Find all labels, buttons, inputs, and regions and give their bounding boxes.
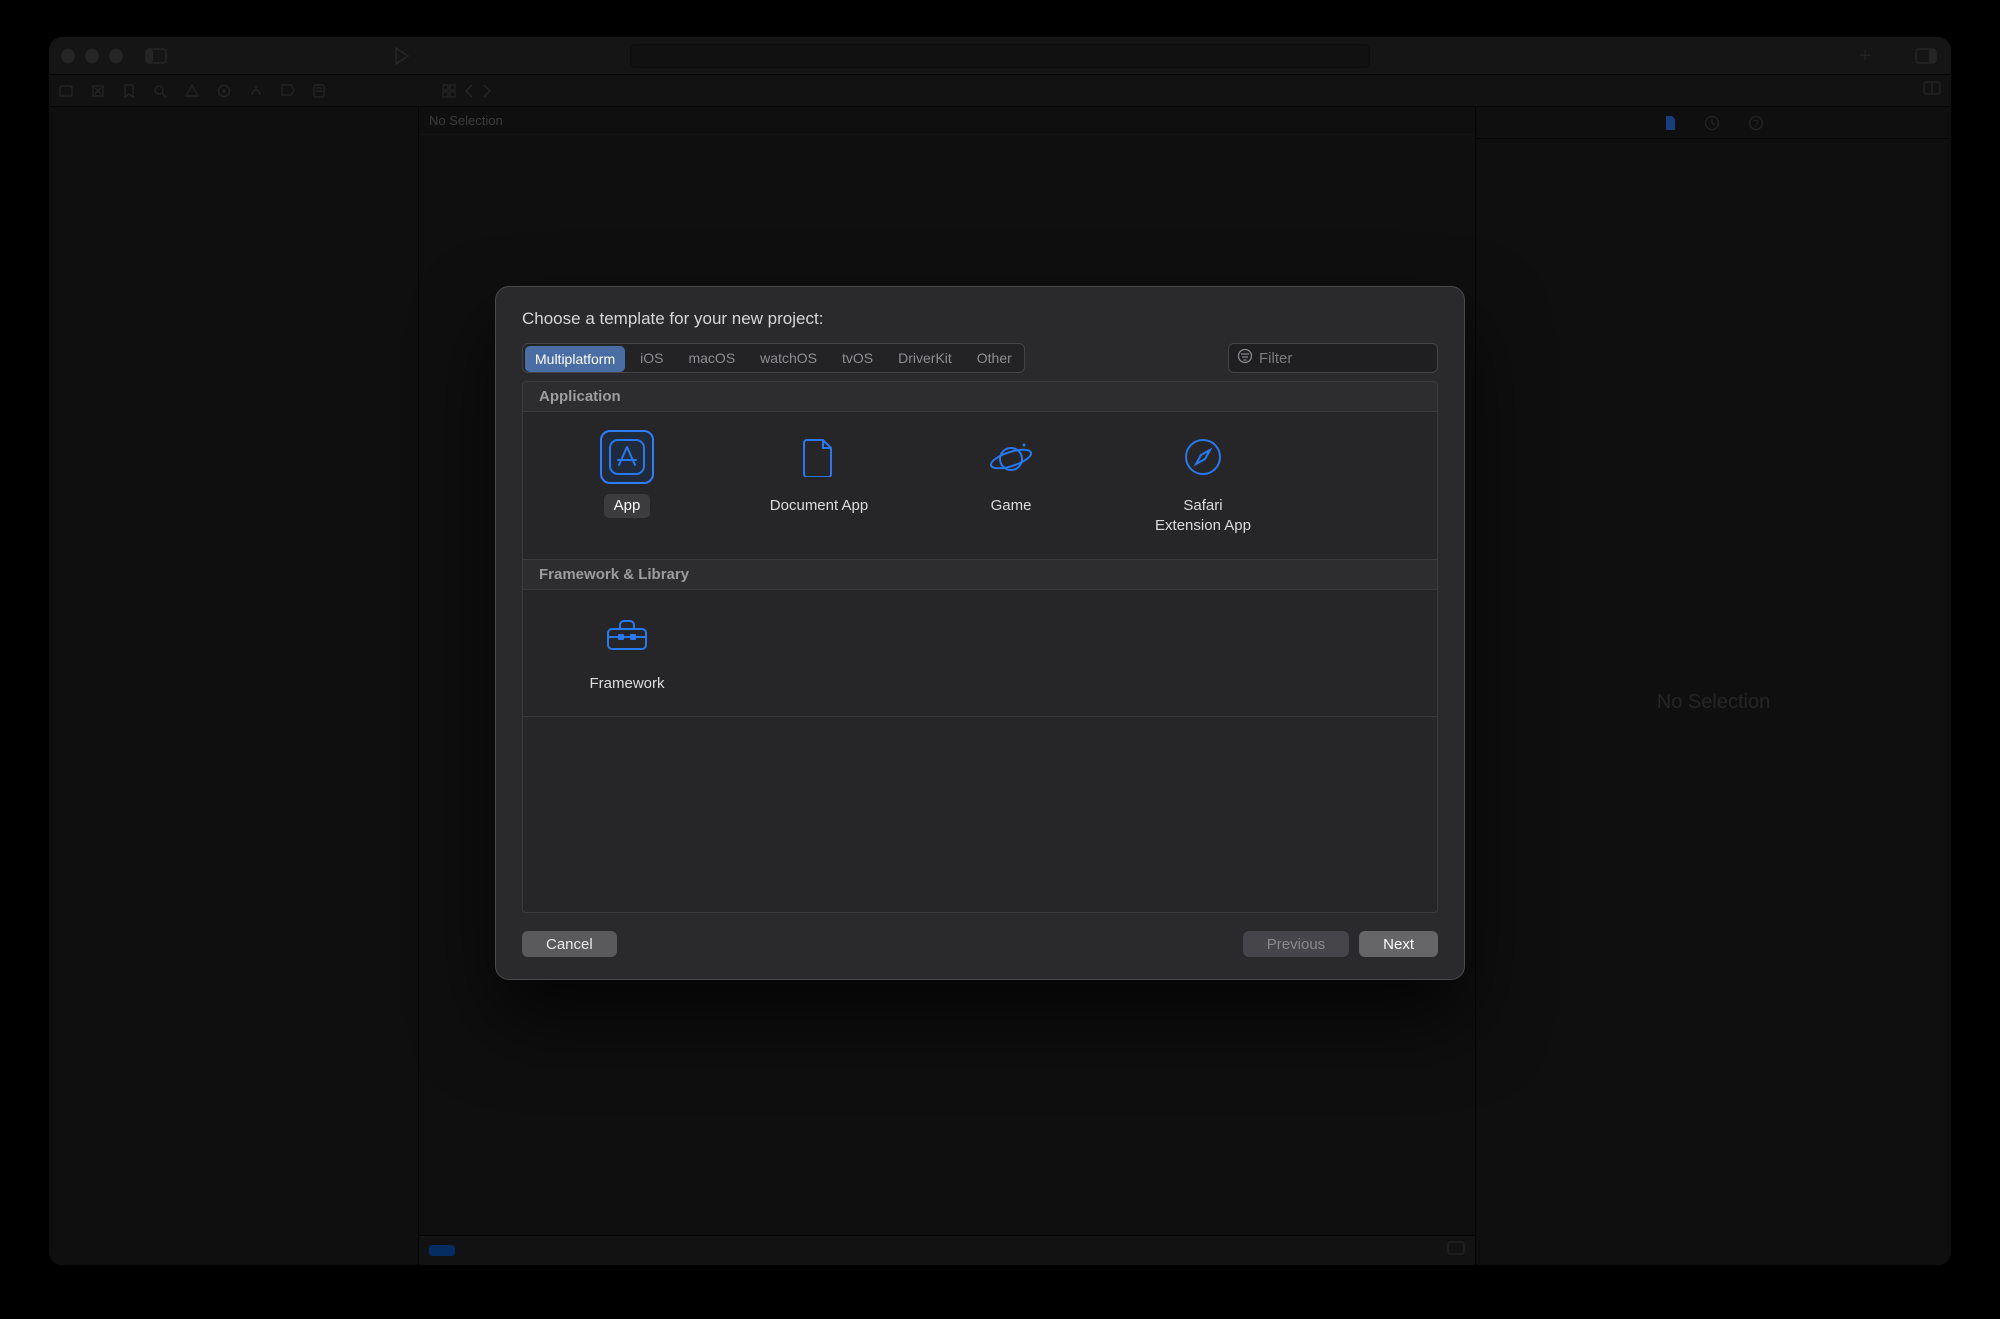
filter-icon [1237, 348, 1253, 369]
section-header-framework: Framework & Library [523, 560, 1437, 590]
editor-bottom-bar [419, 1235, 1475, 1265]
planet-icon [984, 430, 1038, 484]
breakpoint-navigator-icon[interactable] [281, 84, 295, 98]
test-navigator-icon[interactable] [217, 84, 231, 98]
platform-tab-multiplatform[interactable]: Multiplatform [525, 346, 625, 372]
add-target-icon[interactable]: + [1859, 46, 1871, 66]
inspector-panel: ? No Selection [1475, 107, 1951, 1265]
template-safari-extension-app[interactable]: Safari Extension App [1139, 430, 1267, 539]
navigator-tab-icons [59, 84, 325, 98]
template-label: Safari Extension App [1139, 494, 1267, 539]
inspector-tabs: ? [1476, 107, 1951, 139]
navigator-tabbar [49, 75, 1951, 107]
project-navigator-icon[interactable] [59, 84, 73, 98]
editor-options-icon[interactable] [1447, 1241, 1465, 1260]
report-navigator-icon[interactable] [313, 84, 325, 98]
run-button-icon[interactable] [394, 47, 410, 65]
template-game[interactable]: Game [947, 430, 1075, 539]
find-navigator-icon[interactable] [153, 84, 167, 98]
platform-tab-tvos[interactable]: tvOS [829, 344, 885, 372]
template-list: Application App Document [522, 381, 1438, 913]
template-app[interactable]: App [563, 430, 691, 539]
filter-scope-icon[interactable] [429, 1245, 455, 1256]
platform-tab-watchos[interactable]: watchOS [747, 344, 829, 372]
template-label: App [604, 494, 651, 518]
platform-tab-other[interactable]: Other [964, 344, 1024, 372]
zoom-window-icon[interactable] [109, 49, 123, 63]
navigator-panel [49, 107, 419, 1265]
cancel-button[interactable]: Cancel [522, 931, 617, 957]
template-document-app[interactable]: Document App [755, 430, 883, 539]
history-inspector-icon[interactable] [1704, 115, 1720, 131]
activity-view [630, 44, 1370, 68]
editor-layout-icon[interactable] [1923, 81, 1941, 100]
filter-input[interactable] [1259, 350, 1458, 367]
application-templates: App Document App [523, 412, 1437, 560]
compass-icon [1176, 430, 1230, 484]
template-framework[interactable]: Framework [563, 608, 691, 696]
new-project-sheet: Choose a template for your new project: … [495, 286, 1465, 980]
section-header-application: Application [523, 382, 1437, 412]
editor-breadcrumb: No Selection [419, 107, 1475, 135]
sheet-footer: Cancel Previous Next [522, 913, 1438, 957]
window-controls[interactable] [61, 49, 123, 63]
bookmark-navigator-icon[interactable] [123, 84, 135, 98]
back-icon[interactable] [464, 84, 474, 98]
template-label: Game [981, 494, 1042, 518]
debug-navigator-icon[interactable] [249, 84, 263, 98]
template-label: Document App [760, 494, 878, 518]
file-inspector-icon[interactable] [1664, 115, 1676, 131]
sheet-title: Choose a template for your new project: [522, 309, 1438, 329]
app-store-icon [600, 430, 654, 484]
source-control-navigator-icon[interactable] [91, 84, 105, 98]
previous-button[interactable]: Previous [1243, 931, 1349, 957]
sidebar-toggle-icon[interactable] [145, 48, 167, 64]
next-button[interactable]: Next [1359, 931, 1438, 957]
document-icon [792, 430, 846, 484]
help-inspector-icon[interactable]: ? [1748, 115, 1764, 131]
platform-tab-driverkit[interactable]: DriverKit [885, 344, 964, 372]
filter-field[interactable] [1228, 343, 1438, 373]
framework-templates: Framework [523, 590, 1437, 717]
platform-tab-macos[interactable]: macOS [675, 344, 747, 372]
issue-navigator-icon[interactable] [185, 84, 199, 98]
close-window-icon[interactable] [61, 49, 75, 63]
library-toggle-icon[interactable] [1915, 48, 1937, 64]
forward-icon[interactable] [482, 84, 492, 98]
related-items-icon[interactable] [442, 84, 456, 98]
template-label: Framework [579, 672, 674, 696]
titlebar: + [49, 37, 1951, 75]
inspector-placeholder: No Selection [1476, 139, 1951, 1265]
platform-tab-ios[interactable]: iOS [627, 344, 675, 372]
editor-nav-icons [442, 84, 492, 98]
toolbox-icon [600, 608, 654, 662]
platform-segmented-control[interactable]: Multiplatform iOS macOS watchOS tvOS Dri… [522, 343, 1025, 373]
svg-text:?: ? [1753, 119, 1759, 130]
minimize-window-icon[interactable] [85, 49, 99, 63]
